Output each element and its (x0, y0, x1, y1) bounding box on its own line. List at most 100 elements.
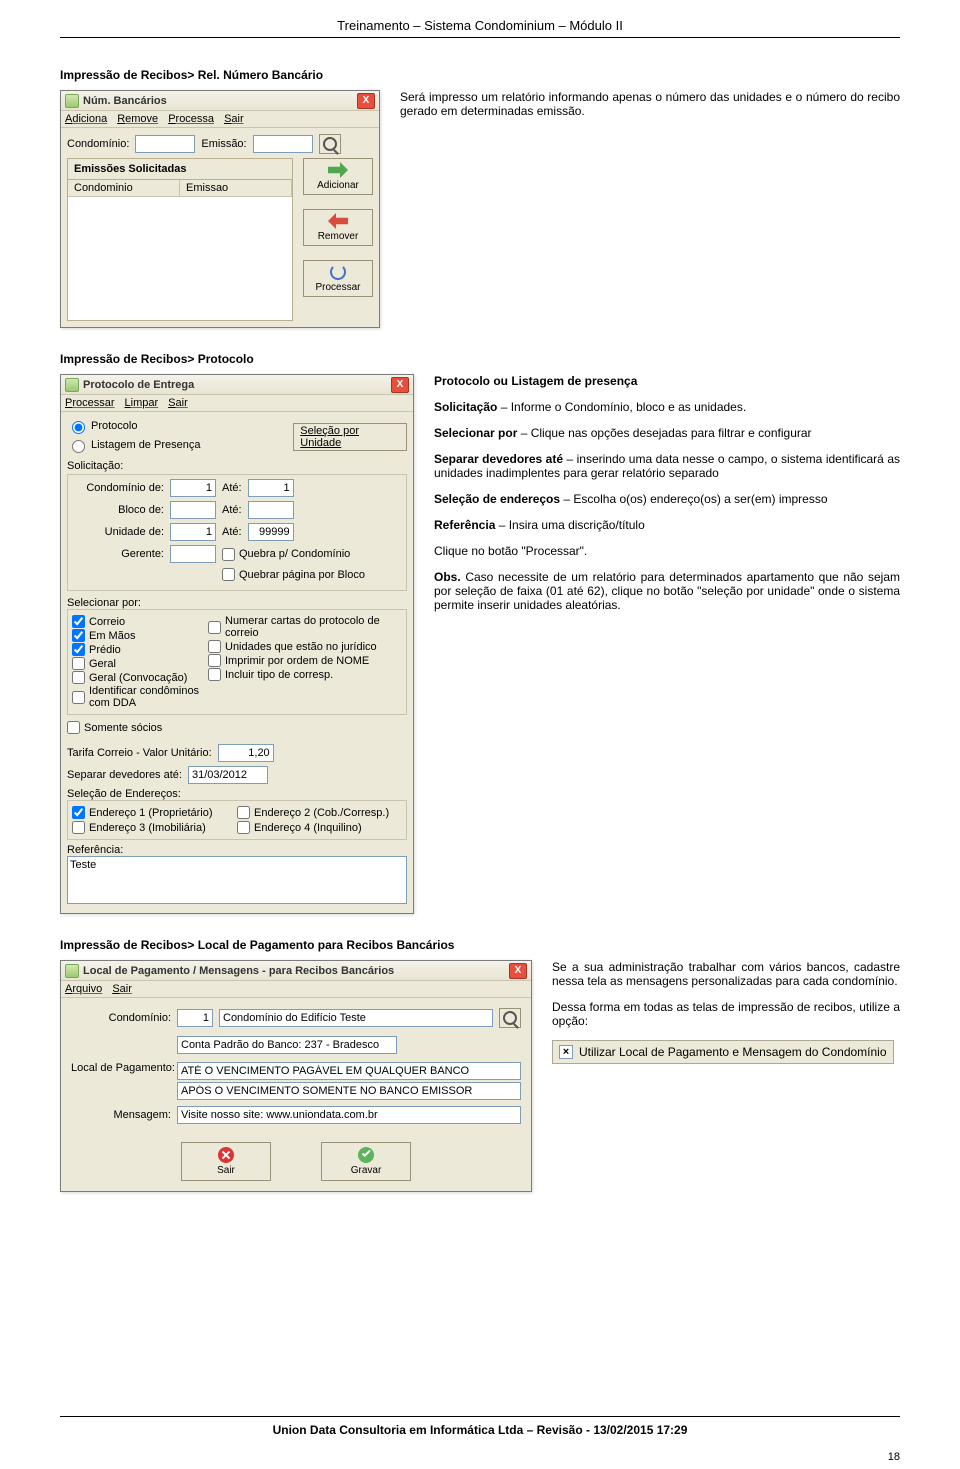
end-label-1: Endereço 2 (Cob./Corresp.) (254, 807, 389, 819)
condo-nome-input[interactable] (219, 1009, 493, 1027)
selpor-left-label-2: Prédio (89, 644, 121, 656)
selecao-unidade-button[interactable]: Seleção por Unidade (293, 423, 407, 451)
close-icon[interactable]: X (357, 93, 375, 109)
unid-ate-input[interactable] (248, 523, 294, 541)
condo-input[interactable] (135, 135, 195, 153)
selpor-right-cb-3[interactable]: Incluir tipo de corresp. (208, 668, 402, 681)
local1-input[interactable] (177, 1062, 521, 1080)
selpor-right-cb-2[interactable]: Imprimir por ordem de NOME (208, 654, 402, 667)
menu-arquivo[interactable]: Arquivo (65, 983, 102, 995)
close-icon[interactable]: X (391, 377, 409, 393)
section2-title: Impressão de Recibos> Protocolo (60, 352, 900, 366)
tarifa-label: Tarifa Correio - Valor Unitário: (67, 747, 212, 759)
condo-de-input[interactable] (170, 479, 216, 497)
proto-heading: Protocolo ou Listagem de presença (434, 374, 900, 388)
condo-ate-label: Até: (222, 482, 242, 494)
solic-label: Solicitação: (67, 460, 407, 472)
selpor-left-cb-0[interactable]: Correio (72, 615, 202, 628)
cancel-icon (218, 1147, 234, 1163)
selpor-left-cb-2[interactable]: Prédio (72, 643, 202, 656)
msg-label: Mensagem: (71, 1109, 171, 1121)
remover-label: Remover (318, 231, 359, 242)
menu-limpar[interactable]: Limpar (125, 397, 159, 409)
condo-ate-input[interactable] (248, 479, 294, 497)
selpor-left-cb-1[interactable]: Em Mãos (72, 629, 202, 642)
selpor-left-label-5: Identificar condôminos com DDA (89, 685, 202, 709)
quebra-bloco-cb[interactable]: Quebrar página por Bloco (222, 568, 365, 581)
end-cb-3[interactable]: Endereço 4 (Inquilino) (237, 821, 402, 834)
bloco-de-input[interactable] (170, 501, 216, 519)
end-label-2: Endereço 3 (Imobiliária) (89, 822, 206, 834)
unid-de-input[interactable] (170, 523, 216, 541)
end-label-3: Endereço 4 (Inquilino) (254, 822, 362, 834)
selpor-right-cb-0[interactable]: Numerar cartas do protocolo de correio (208, 615, 402, 639)
devate-label: Separar devedores até: (67, 769, 182, 781)
menu-remove[interactable]: Remove (117, 113, 158, 125)
menu-sair[interactable]: Sair (168, 397, 188, 409)
quebra-condo-label: Quebra p/ Condomínio (239, 548, 350, 560)
gerente-input[interactable] (170, 545, 216, 563)
gravar-button[interactable]: Gravar (321, 1142, 411, 1181)
selpor-right-cb-1[interactable]: Unidades que estão no jurídico (208, 640, 402, 653)
devate-input[interactable] (188, 766, 268, 784)
condo-label: Condomínio: (71, 1012, 171, 1024)
doc-icon (65, 94, 79, 108)
condo-num-input[interactable] (177, 1009, 213, 1027)
p-processar: Clique no botão "Processar". (434, 544, 900, 558)
bloco-ate-label: Até: (222, 504, 242, 516)
endgrp-label: Seleção de Endereços: (67, 788, 407, 800)
end-cb-0[interactable]: Endereço 1 (Proprietário) (72, 806, 237, 819)
menubar: Arquivo Sair (61, 981, 531, 998)
solic-t: – Informe o Condomínio, bloco e as unida… (497, 400, 746, 414)
emissoes-list[interactable]: Condominio Emissao (68, 180, 292, 320)
menu-sair[interactable]: Sair (224, 113, 244, 125)
window-title: Protocolo de Entrega (83, 379, 194, 391)
selpor-right-label-1: Unidades que estão no jurídico (225, 641, 377, 653)
protocolo-window: Protocolo de Entrega X Processar Limpar … (60, 374, 414, 914)
socios-cb[interactable]: Somente sócios (67, 721, 407, 734)
selpor-left-cb-5[interactable]: Identificar condôminos com DDA (72, 685, 202, 709)
section3-p2: Dessa forma em todas as telas de impress… (552, 1000, 900, 1028)
selend-b: Seleção de endereços (434, 492, 560, 506)
end-cb-2[interactable]: Endereço 3 (Imobiliária) (72, 821, 237, 834)
col-condominio: Condominio (68, 180, 180, 196)
processar-button[interactable]: Processar (303, 260, 373, 297)
arrow-right-icon (328, 162, 348, 178)
menu-processar[interactable]: Processar (65, 397, 115, 409)
quebra-condo-cb[interactable]: Quebra p/ Condomínio (222, 548, 350, 561)
ref-textarea[interactable]: Teste (67, 856, 407, 904)
col-emissao: Emissao (180, 180, 292, 196)
section1-desc: Será impresso um relatório informando ap… (400, 90, 900, 118)
unid-ate-label: Até: (222, 526, 242, 538)
menu-processa[interactable]: Processa (168, 113, 214, 125)
checkbox-icon: × (559, 1045, 573, 1059)
ok-icon (358, 1147, 374, 1163)
section3-p1: Se a sua administração trabalhar com vár… (552, 960, 900, 988)
local-label: Local de Pagamento: (71, 1062, 171, 1074)
selpor-left-cb-4[interactable]: Geral (Convocação) (72, 671, 202, 684)
process-icon (330, 264, 346, 280)
emissao-input[interactable] (253, 135, 313, 153)
end-cb-1[interactable]: Endereço 2 (Cob./Corresp.) (237, 806, 402, 819)
utilizar-local-checkbox[interactable]: × Utilizar Local de Pagamento e Mensagem… (552, 1040, 894, 1064)
radio-protocolo[interactable]: Protocolo (67, 418, 137, 434)
menu-adiciona[interactable]: Adiciona (65, 113, 107, 125)
sair-button[interactable]: Sair (181, 1142, 271, 1181)
condo-lookup-button[interactable] (499, 1008, 521, 1028)
adicionar-label: Adicionar (317, 180, 359, 191)
close-icon[interactable]: X (509, 963, 527, 979)
gravar-label: Gravar (351, 1165, 382, 1176)
lookup-button[interactable] (319, 134, 341, 154)
footer-text: Union Data Consultoria em Informática Lt… (0, 1423, 960, 1437)
msg-input[interactable] (177, 1106, 521, 1124)
socios-label: Somente sócios (84, 722, 162, 734)
local2-input[interactable] (177, 1082, 521, 1100)
menu-sair[interactable]: Sair (112, 983, 132, 995)
tarifa-input[interactable] (218, 744, 274, 762)
bloco-ate-input[interactable] (248, 501, 294, 519)
footer-rule (60, 1416, 900, 1417)
radio-listagem[interactable]: Listagem de Presença (67, 437, 200, 453)
selpor-left-cb-3[interactable]: Geral (72, 657, 202, 670)
adicionar-button[interactable]: Adicionar (303, 158, 373, 195)
remover-button[interactable]: Remover (303, 209, 373, 246)
